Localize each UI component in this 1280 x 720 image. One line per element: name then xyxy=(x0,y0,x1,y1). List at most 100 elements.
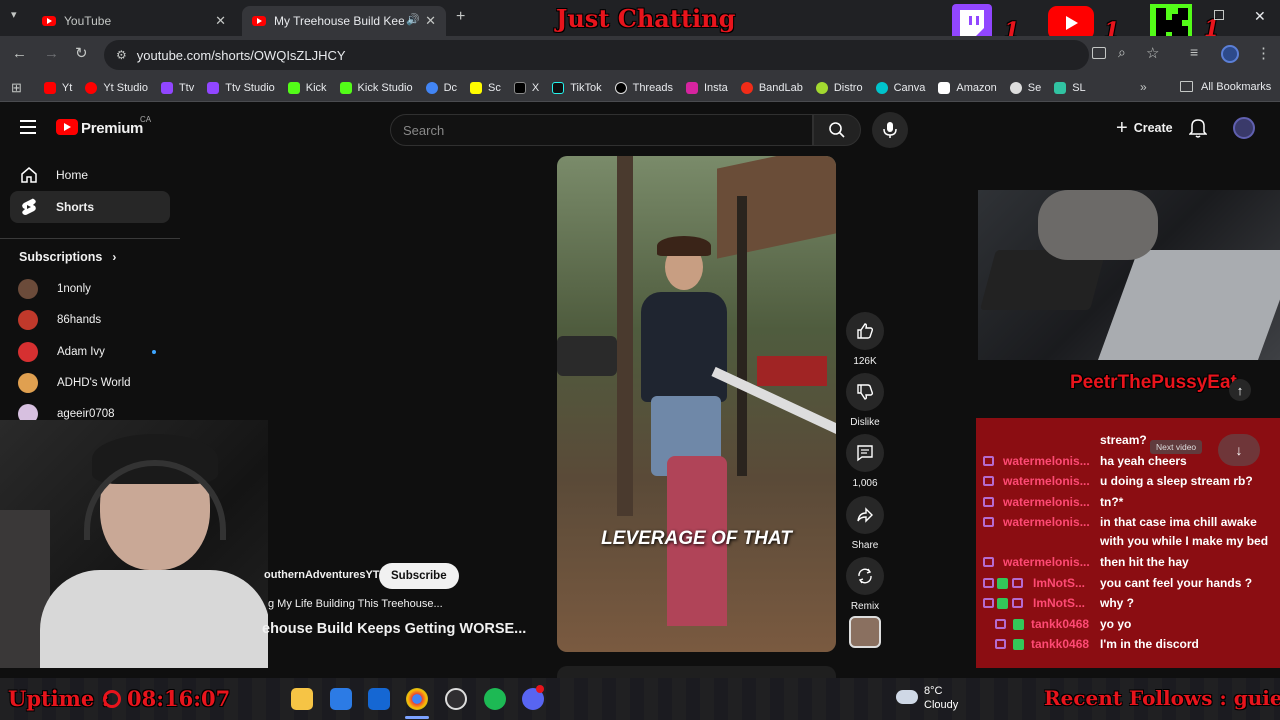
laptop xyxy=(1097,250,1280,360)
bookmark-threads[interactable]: Threads xyxy=(614,81,673,94)
microsoft-store-icon[interactable] xyxy=(330,688,352,710)
weather-condition[interactable]: Cloudy xyxy=(924,699,958,711)
like-button[interactable]: 126K xyxy=(845,312,885,367)
hamburger-menu-icon[interactable] xyxy=(20,120,36,134)
streamelements-icon xyxy=(1009,81,1022,94)
subscribe-button[interactable]: Subscribe xyxy=(379,563,459,589)
subscription-item[interactable]: 1nonly xyxy=(18,278,91,300)
remix-button[interactable]: Remix xyxy=(845,557,885,612)
all-bookmarks[interactable]: All Bookmarks xyxy=(1201,81,1271,93)
twitch-icon xyxy=(207,81,220,94)
create-button[interactable]: + Create xyxy=(1106,112,1183,144)
more-bookmarks-icon[interactable]: » xyxy=(1140,80,1147,94)
canva-icon xyxy=(875,81,888,94)
browser-menu-icon[interactable]: ⋮ xyxy=(1256,44,1271,62)
bookmark-yt-studio[interactable]: Yt Studio xyxy=(85,81,148,94)
bookmark-dc[interactable]: Dc xyxy=(425,81,457,94)
new-tab-icon[interactable]: + xyxy=(456,8,465,26)
chat-badge-icon xyxy=(983,476,994,486)
close-window-icon[interactable]: ✕ xyxy=(1254,8,1266,25)
sidebar-item-shorts[interactable]: Shorts xyxy=(10,191,170,223)
stream-category-label: Just Chatting xyxy=(556,4,736,33)
uptime-label: Uptime : xyxy=(8,686,110,711)
sidebar-item-home[interactable]: Home xyxy=(10,159,170,191)
restore-window-icon[interactable] xyxy=(1214,10,1224,20)
channel-name[interactable]: outhernAdventuresYT xyxy=(264,569,380,581)
next-short-preview[interactable] xyxy=(557,666,836,678)
notifications-bell-icon[interactable] xyxy=(1188,118,1208,143)
tab-treehouse[interactable]: My Treehouse Build Keeps 🔊 ✕ xyxy=(242,6,446,36)
dislike-button[interactable]: Dislike xyxy=(845,373,885,428)
youtube-logo-icon[interactable] xyxy=(56,119,78,135)
channel-avatar xyxy=(18,342,38,362)
vip-badge-icon xyxy=(997,577,1008,589)
bookmark-ttv-studio[interactable]: Ttv Studio xyxy=(207,81,275,94)
notification-badge xyxy=(536,685,544,693)
weather-temperature[interactable]: 8°C xyxy=(924,685,942,697)
chat-message: watermelonis... then hit the hay xyxy=(976,552,1280,572)
media-control-icon[interactable]: ≡ xyxy=(1190,44,1198,60)
subscription-item[interactable]: Adam Ivy xyxy=(18,341,105,363)
youtube-header: Premium CA Search + Create xyxy=(0,102,1280,154)
share-button[interactable]: Share xyxy=(845,496,885,551)
bookmark-distro[interactable]: Distro xyxy=(815,81,863,94)
bookmark-insta[interactable]: Insta xyxy=(685,81,728,94)
tab-search-icon[interactable]: ▾ xyxy=(11,8,17,21)
obs-icon[interactable] xyxy=(445,688,467,710)
chrome-icon[interactable] xyxy=(406,688,428,710)
comments-button[interactable]: 1,006 xyxy=(845,434,885,489)
subscription-item[interactable]: ADHD's World xyxy=(18,372,131,394)
close-tab-icon[interactable]: ✕ xyxy=(425,13,436,29)
subscription-item[interactable]: 86hands xyxy=(18,309,101,331)
close-tab-icon[interactable]: ✕ xyxy=(215,13,226,29)
audio-playing-icon[interactable]: 🔊 xyxy=(406,13,420,26)
bookmark-yt[interactable]: Yt xyxy=(43,81,72,94)
next-video-button[interactable]: ↓ xyxy=(1218,434,1260,466)
site-info-icon[interactable]: ⚙ xyxy=(116,48,127,62)
bookmark-sc[interactable]: Sc xyxy=(470,81,501,94)
address-bar[interactable]: ⚙ youtube.com/shorts/OWQIsZLJHCY xyxy=(104,40,1089,70)
bookmark-kick[interactable]: Kick xyxy=(287,81,327,94)
desk-camera xyxy=(978,190,1280,360)
bookmark-tiktok[interactable]: TikTok xyxy=(552,81,602,94)
chat-badge-icon xyxy=(983,517,994,527)
folder-icon xyxy=(1180,81,1193,92)
forward-icon[interactable]: → xyxy=(44,45,59,62)
bookmark-ttv[interactable]: Ttv xyxy=(160,81,194,94)
bookmark-bandlab[interactable]: BandLab xyxy=(740,81,803,94)
youtube-premium-logo[interactable]: Premium xyxy=(81,120,143,137)
search-input[interactable]: Search xyxy=(390,114,813,146)
voice-search-button[interactable] xyxy=(872,112,908,148)
bookmark-sl[interactable]: SL xyxy=(1054,81,1086,94)
sound-thumbnail[interactable] xyxy=(849,616,881,648)
tree-trunk xyxy=(617,156,633,516)
back-icon[interactable]: ← xyxy=(12,45,27,62)
spotify-icon[interactable] xyxy=(484,688,506,710)
bookmark-kick-studio[interactable]: Kick Studio xyxy=(339,81,413,94)
subscriptions-heading[interactable]: Subscriptions › xyxy=(19,250,116,264)
bookmark-x[interactable]: X xyxy=(513,81,539,94)
url-text: youtube.com/shorts/OWQIsZLJHCY xyxy=(136,47,346,63)
previous-video-icon[interactable]: ↑ xyxy=(1229,379,1251,401)
search-button[interactable] xyxy=(813,114,861,146)
apps-grid-icon[interactable]: ⊞ xyxy=(11,80,22,96)
bookmark-canva[interactable]: Canva xyxy=(875,81,925,94)
account-avatar[interactable] xyxy=(1233,117,1255,139)
tab-youtube[interactable]: YouTube ✕ xyxy=(32,6,236,36)
install-app-icon[interactable] xyxy=(1092,47,1106,59)
file-explorer-icon[interactable] xyxy=(291,688,313,710)
bookmark-amazon[interactable]: Amazon xyxy=(938,81,997,94)
chat-badge-icon xyxy=(983,557,994,567)
short-description[interactable]: g My Life Building This Treehouse... xyxy=(268,598,443,610)
divider xyxy=(0,238,180,239)
browser-toolbar: ← → ↻ ⚙ youtube.com/shorts/OWQIsZLJHCY ⌕… xyxy=(0,36,1280,74)
shorts-video-player[interactable]: LEVERAGE OF THAT xyxy=(557,156,836,652)
bookmark-star-icon[interactable]: ☆ xyxy=(1146,44,1159,62)
visual-studio-code-icon[interactable] xyxy=(368,688,390,710)
bookmark-se[interactable]: Se xyxy=(1009,81,1041,94)
profile-avatar[interactable] xyxy=(1221,45,1239,63)
person-shirt xyxy=(641,292,727,402)
reload-icon[interactable]: ↻ xyxy=(75,44,88,62)
shorts-icon xyxy=(22,198,36,215)
zoom-icon[interactable]: ⌕ xyxy=(1118,44,1126,61)
